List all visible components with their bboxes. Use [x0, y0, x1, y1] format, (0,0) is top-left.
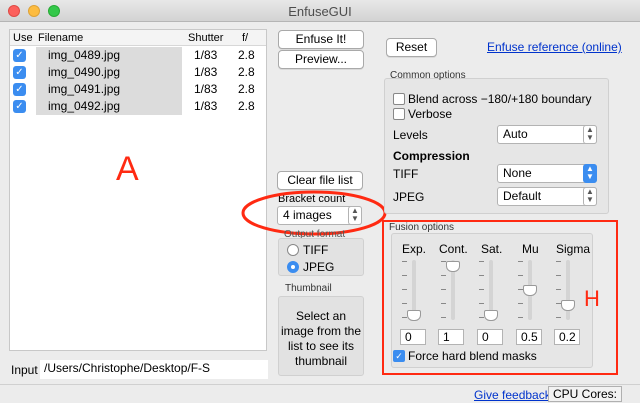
table-row[interactable]: ✓ img_0491.jpg 1/83 2.8: [10, 81, 266, 98]
fusion-options-label: Fusion options: [389, 222, 455, 233]
thumbnail-placeholder-text: Select an image from the list to see its…: [280, 309, 362, 368]
filename-cell: img_0490.jpg: [36, 64, 182, 81]
levels-value: Auto: [503, 127, 528, 141]
reset-button[interactable]: Reset: [386, 38, 437, 57]
blend-boundary-label: Blend across −180/+180 boundary: [408, 92, 592, 106]
slider-contrast[interactable]: [441, 258, 465, 324]
aperture-cell: 2.8: [238, 48, 255, 62]
table-row[interactable]: ✓ img_0489.jpg 1/83 2.8: [10, 47, 266, 64]
slider-label-saturation: Sat.: [481, 242, 503, 256]
common-options-label: Common options: [390, 70, 466, 81]
aperture-cell: 2.8: [238, 82, 255, 96]
shutter-cell: 1/83: [194, 48, 218, 62]
use-checkbox[interactable]: ✓: [13, 100, 26, 113]
annotation-letter-a: A: [116, 150, 139, 188]
column-header-aperture[interactable]: f/: [242, 32, 248, 44]
shutter-cell: 1/83: [194, 65, 218, 79]
table-row[interactable]: ✓ img_0490.jpg 1/83 2.8: [10, 64, 266, 81]
jpeg-compression-value: Default: [503, 189, 542, 203]
jpeg-compression-select[interactable]: Default ▲ ▼: [497, 187, 597, 206]
verbose-label: Verbose: [408, 107, 453, 121]
blend-boundary-checkbox[interactable]: [393, 93, 405, 105]
column-header-shutter[interactable]: Shutter: [188, 32, 223, 44]
tiff-radio[interactable]: [287, 244, 299, 256]
preview-button[interactable]: Preview...: [278, 50, 364, 69]
sigma-value-field[interactable]: 0.2: [554, 329, 580, 345]
window-title: EnfuseGUI: [288, 4, 352, 19]
shutter-cell: 1/83: [194, 99, 218, 113]
verbose-checkbox[interactable]: [393, 108, 405, 120]
tiff-compression-value: None: [503, 166, 532, 180]
slider-label-contrast: Cont.: [439, 242, 468, 256]
enfuse-it-button[interactable]: Enfuse It!: [278, 30, 364, 49]
saturation-value-field[interactable]: 0: [477, 329, 503, 345]
slider-thumb-sigma[interactable]: [561, 300, 575, 311]
table-row[interactable]: ✓ img_0492.jpg 1/83 2.8: [10, 98, 266, 115]
levels-label: Levels: [393, 128, 428, 142]
slider-saturation[interactable]: [479, 258, 503, 324]
use-checkbox[interactable]: ✓: [13, 83, 26, 96]
force-hard-masks-label: Force hard blend masks: [408, 349, 537, 363]
column-header-use[interactable]: Use: [13, 32, 33, 44]
tiff-compression-select[interactable]: None ▲ ▼: [497, 164, 597, 183]
input-path-field[interactable]: /Users/Christophe/Desktop/F-S: [40, 360, 268, 379]
jpeg-compression-label: JPEG: [393, 190, 425, 204]
annotation-letter-h: H: [584, 286, 600, 311]
aperture-cell: 2.8: [238, 99, 255, 113]
tiff-radio-label: TIFF: [303, 243, 329, 257]
thumbnail-label: Thumbnail: [285, 283, 332, 294]
contrast-value-field[interactable]: 1: [438, 329, 464, 345]
slider-label-mu: Mu: [522, 242, 539, 256]
slider-label-sigma: Sigma: [556, 242, 591, 256]
slider-sigma[interactable]: [556, 258, 580, 324]
compression-heading: Compression: [393, 149, 470, 163]
title-bar: EnfuseGUI: [0, 0, 640, 22]
tiff-compression-label: TIFF: [393, 167, 419, 181]
column-header-filename[interactable]: Filename: [38, 32, 83, 44]
levels-select[interactable]: Auto ▲ ▼: [497, 125, 597, 144]
force-hard-masks-checkbox[interactable]: ✓: [393, 350, 405, 362]
slider-mu[interactable]: [518, 258, 542, 324]
input-label: Input: [11, 363, 38, 377]
clear-file-list-button[interactable]: Clear file list: [277, 171, 363, 190]
cpu-cores-status: CPU Cores: 4: [548, 386, 622, 403]
shutter-cell: 1/83: [194, 82, 218, 96]
mu-value-field[interactable]: 0.5: [516, 329, 542, 345]
jpeg-radio-label: JPEG: [303, 260, 335, 274]
use-checkbox[interactable]: ✓: [13, 49, 26, 62]
slider-exposure[interactable]: [402, 258, 426, 324]
aperture-cell: 2.8: [238, 65, 255, 79]
slider-thumb-exposure[interactable]: [407, 310, 421, 321]
slider-thumb-contrast[interactable]: [446, 261, 460, 272]
slider-thumb-saturation[interactable]: [484, 310, 498, 321]
slider-label-exposure: Exp.: [402, 242, 427, 256]
use-checkbox[interactable]: ✓: [13, 66, 26, 79]
filename-cell: img_0492.jpg: [36, 98, 182, 115]
exposure-value-field[interactable]: 0: [400, 329, 426, 345]
stepper-arrows-icon[interactable]: ▲ ▼: [583, 187, 597, 206]
filename-cell: img_0491.jpg: [36, 81, 182, 98]
enfuse-reference-link[interactable]: Enfuse reference (online): [487, 40, 622, 54]
give-feedback-link[interactable]: Give feedback: [474, 388, 551, 402]
jpeg-radio[interactable]: [287, 261, 299, 273]
filename-cell: img_0489.jpg: [36, 47, 182, 64]
file-table-header: Use Filename Shutter f/: [10, 30, 266, 46]
stepper-arrows-icon[interactable]: ▲ ▼: [583, 125, 597, 144]
dropdown-arrows-icon[interactable]: ▲ ▼: [583, 164, 597, 183]
slider-thumb-mu[interactable]: [523, 285, 537, 296]
